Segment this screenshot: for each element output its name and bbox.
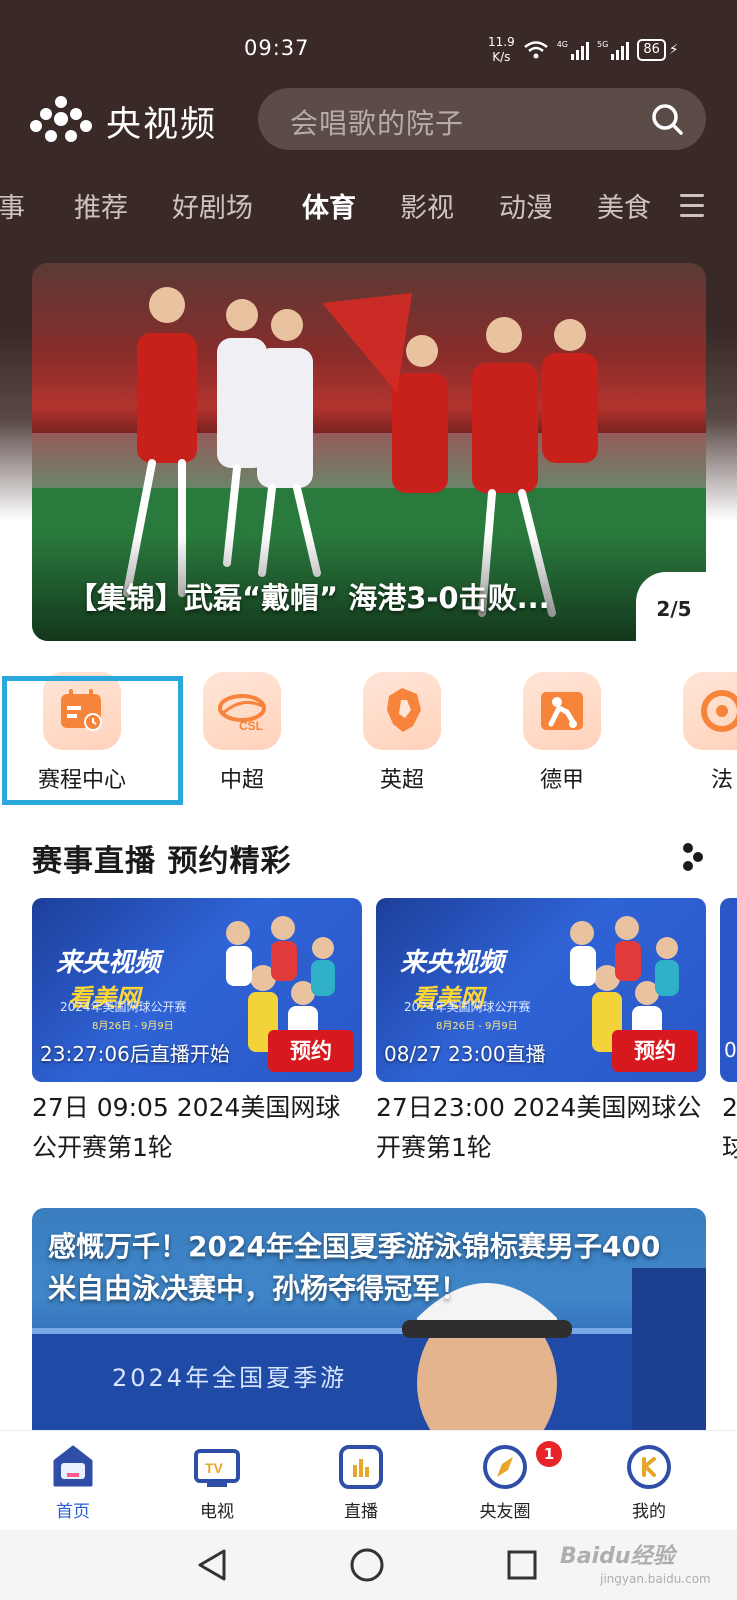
battery-level: 86 <box>637 39 666 61</box>
shortcut-csl[interactable]: CSL 中超 <box>197 672 287 794</box>
shortcut-label: 英超 <box>379 768 424 793</box>
notification-badge: 1 <box>536 1441 562 1467</box>
nav-label: 央友圈 <box>479 1502 531 1522</box>
bottom-nav: 首页 TV 电视 直播 央友圈 1 我的 <box>0 1430 737 1530</box>
section-title: 赛事直播 预约精彩 <box>32 844 292 879</box>
category-tabs: 事 推荐 好剧场 体育 影视 动漫 美食 <box>0 180 737 234</box>
home-circle-icon[interactable] <box>349 1547 385 1583</box>
charging-icon: ⚡ <box>668 42 679 58</box>
news-board-text: 2024年全国夏季游 <box>112 1364 348 1392</box>
poster-dates-text: 8月26日 - 9月9日 <box>436 1021 518 1032</box>
status-indicators: 11.9 K/s 4G 5G 86 ⚡ <box>488 32 679 68</box>
shortcut-label: 德甲 <box>539 768 584 793</box>
shortcut-label: 法 <box>710 768 733 793</box>
wifi-icon <box>523 41 548 59</box>
back-icon[interactable] <box>196 1548 228 1582</box>
reserve-button[interactable]: 预约 <box>268 1030 354 1072</box>
watermark: Baidu经验 <box>560 1544 675 1569</box>
yangshipin-logo-icon <box>30 96 92 142</box>
status-bar: 09:37 11.9 K/s 4G 5G 86 ⚡ <box>0 30 737 70</box>
nav-tv[interactable]: TV 电视 <box>172 1443 262 1522</box>
nav-profile[interactable]: 我的 <box>604 1443 694 1522</box>
shortcut-bundesliga[interactable]: 德甲 <box>517 672 607 794</box>
premier-league-lion-icon <box>363 672 441 750</box>
ligue1-icon <box>683 672 737 750</box>
news-title: 感慨万千！2024年全国夏季游泳锦标赛男子400米自由泳决赛中，孙杨夺得冠军！ <box>48 1230 661 1305</box>
svg-text:CSL: CSL <box>239 719 263 733</box>
live-status: 23:27:06后直播开始 <box>40 1042 230 1066</box>
banner-title: 【集锦】武磊“戴帽” 海港3-0击败... <box>68 581 550 615</box>
banner-page-indicator: 2/5 <box>636 572 712 642</box>
menu-icon[interactable] <box>680 194 704 220</box>
status-time: 09:37 <box>244 36 310 60</box>
live-status: 08/27 23:00直播 <box>384 1042 546 1066</box>
compass-icon <box>481 1443 529 1491</box>
nav-label: 电视 <box>200 1502 234 1522</box>
live-card-peek[interactable]: 0 <box>720 898 737 1082</box>
search-bar[interactable]: 会唱歌的院子 <box>258 88 706 150</box>
live-icon <box>337 1443 385 1491</box>
tab-film[interactable]: 影视 <box>400 186 454 225</box>
peek-title: 2 球 <box>722 1093 737 1162</box>
search-placeholder: 会唱歌的院子 <box>290 107 465 140</box>
hero-banner[interactable]: 【集锦】武磊“戴帽” 海港3-0击败... <box>32 263 706 641</box>
search-icon[interactable] <box>650 102 684 136</box>
app-brand-name: 央视频 <box>106 105 218 145</box>
selection-highlight <box>2 676 183 805</box>
svg-text:TV: TV <box>205 1460 224 1476</box>
tab-anime[interactable]: 动漫 <box>499 186 553 225</box>
nav-live[interactable]: 直播 <box>316 1443 406 1522</box>
profile-icon <box>625 1443 673 1491</box>
news-card[interactable]: 2024年全国夏季游 感慨万千！2024年全国夏季游泳锦标赛男子400米自由泳决… <box>32 1208 706 1430</box>
battery-icon: 86 ⚡ <box>637 39 679 61</box>
tab-recommend[interactable]: 推荐 <box>74 186 128 225</box>
nav-label: 我的 <box>632 1502 666 1522</box>
signal-5g-icon: 5G <box>597 40 630 60</box>
shortcut-label: 中超 <box>219 768 264 793</box>
poster-dates-text: 8月26日 - 9月9日 <box>92 1021 174 1032</box>
tab-drama[interactable]: 好剧场 <box>172 186 253 225</box>
bundesliga-icon <box>523 672 601 750</box>
nav-label: 直播 <box>344 1502 378 1522</box>
tv-icon: TV <box>193 1443 241 1491</box>
peek-status: 0 <box>724 1038 737 1062</box>
more-arrow-icon[interactable] <box>682 842 704 872</box>
poster-brand-text: 来央视频 <box>56 948 161 978</box>
nav-home[interactable]: 首页 <box>28 1443 118 1522</box>
home-icon <box>49 1443 97 1491</box>
poster-event-text: 2024年美国网球公开赛 <box>404 1000 531 1014</box>
recents-icon[interactable] <box>506 1549 538 1581</box>
shortcut-premier-league[interactable]: 英超 <box>357 672 447 794</box>
live-card-title: 27日23:00 2024美国网球公开赛第1轮 <box>376 1093 702 1162</box>
csl-logo-icon: CSL <box>203 672 281 750</box>
app-header: 央视频 会唱歌的院子 <box>0 86 737 152</box>
shortcut-ligue1[interactable]: 法 <box>677 672 737 794</box>
tab-sports[interactable]: 体育 <box>302 186 356 225</box>
signal-4g-icon: 4G <box>557 40 590 60</box>
reserve-button[interactable]: 预约 <box>612 1030 698 1072</box>
poster-brand-text: 来央视频 <box>400 948 505 978</box>
poster-event-text: 2024年美国网球公开赛 <box>60 1000 187 1014</box>
live-card[interactable]: 来央视频 看美网 2024年美国网球公开赛 8月26日 - 9月9日 23:27… <box>32 898 362 1168</box>
live-card[interactable]: 来央视频 看美网 2024年美国网球公开赛 8月26日 - 9月9日 08/27… <box>376 898 706 1168</box>
live-card-poster: 来央视频 看美网 2024年美国网球公开赛 8月26日 - 9月9日 23:27… <box>32 898 362 1082</box>
nav-label: 首页 <box>56 1502 90 1522</box>
tab-food[interactable]: 美食 <box>597 186 651 225</box>
watermark-url: jingyan.baidu.com <box>600 1572 711 1586</box>
live-card-title: 27日 09:05 2024美国网球公开赛第1轮 <box>32 1093 341 1162</box>
live-card-poster: 来央视频 看美网 2024年美国网球公开赛 8月26日 - 9月9日 08/27… <box>376 898 706 1082</box>
net-speed: 11.9 K/s <box>488 35 515 64</box>
tab-partial[interactable]: 事 <box>0 186 25 225</box>
